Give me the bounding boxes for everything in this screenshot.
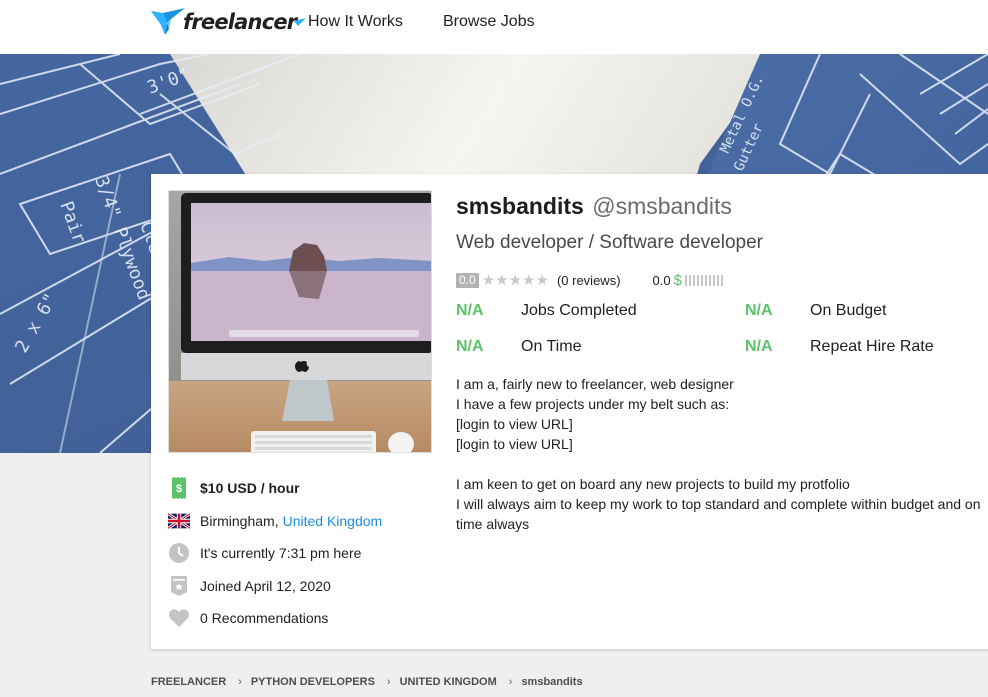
location-city: Birmingham, [200, 512, 279, 529]
logo-accent-icon [294, 18, 307, 26]
earnings-bar [720, 274, 723, 286]
profile-photo-imac-image [169, 191, 431, 452]
badge-star-icon [168, 575, 190, 597]
stat-value: N/A [456, 338, 484, 355]
local-time-row: It's currently 7:31 pm here [168, 537, 428, 570]
profile-info-list: $ $10 USD / hour Birmingham, United King… [168, 472, 428, 635]
logo-wordmark: freelancer [183, 10, 297, 34]
earnings-score: 0.0 [652, 272, 671, 288]
recommendations-count: 0 Recommendations [200, 610, 329, 627]
chevron-right-icon: › [508, 676, 513, 688]
earnings-bar [700, 274, 703, 286]
stat-on-budget: N/A On Budget [745, 302, 887, 320]
bio-line: I will always aim to keep my work to top… [456, 496, 981, 532]
breadcrumb-united-kingdom[interactable]: UNITED KINGDOM [400, 676, 497, 688]
joined-row: Joined April 12, 2020 [168, 570, 428, 603]
bio-line [456, 454, 988, 474]
rating-row: 0.0 ★★★★★ (0 reviews) 0.0 $ [456, 271, 723, 289]
stat-on-time: N/A On Time [456, 338, 581, 356]
breadcrumb-current: smsbandits [521, 676, 583, 688]
star-icon: ★ [495, 272, 509, 289]
joined-date: Joined April 12, 2020 [200, 577, 331, 594]
dollar-ticket-icon: $ [168, 477, 190, 500]
recommendations-row: 0 Recommendations [168, 602, 428, 635]
profile-tagline: Web developer / Software developer [456, 232, 763, 253]
stat-value: N/A [456, 302, 484, 319]
star-icon: ★ [522, 272, 536, 289]
profile-description: I am a, fairly new to freelancer, web de… [456, 374, 988, 534]
profile-card: $ $10 USD / hour Birmingham, United King… [151, 174, 988, 649]
stat-value: N/A [745, 338, 773, 355]
star-icon: ★ [535, 272, 549, 289]
freelancer-bird-icon [151, 8, 185, 35]
local-time: It's currently 7:31 pm here [200, 545, 362, 562]
top-navigation-bar: freelancer How It Works Browse Jobs [0, 0, 988, 54]
star-rating: ★★★★★ [482, 271, 549, 289]
breadcrumb-python-developers[interactable]: PYTHON DEVELOPERS [251, 676, 375, 688]
earnings-bar [716, 274, 719, 286]
bio-line: I have a few projects under my belt such… [456, 396, 730, 412]
profile-photo [168, 190, 432, 453]
breadcrumb-freelancer[interactable]: FREELANCER [151, 676, 226, 688]
location-country-link[interactable]: United Kingdom [283, 513, 383, 529]
hourly-rate-row: $ $10 USD / hour [168, 472, 428, 505]
star-icon: ★ [481, 272, 496, 289]
rating-score: 0.0 [456, 272, 479, 288]
earnings-bar [692, 274, 695, 286]
star-icon: ★ [508, 272, 523, 289]
breadcrumb: FREELANCER › PYTHON DEVELOPERS › UNITED … [151, 676, 583, 688]
bio-line: [login to view URL] [456, 416, 573, 432]
earnings-bar [684, 274, 687, 286]
earnings-bar [708, 274, 711, 286]
stat-label: Repeat Hire Rate [810, 338, 934, 355]
chevron-right-icon: › [386, 676, 391, 688]
earnings-bars [684, 274, 723, 286]
bio-line: I am keen to get on board any new projec… [456, 476, 850, 492]
profile-name: smsbandits @smsbandits [456, 193, 732, 220]
display-name: smsbandits [456, 193, 584, 219]
bio-line: I am a, fairly new to freelancer, web de… [456, 376, 734, 392]
stat-value: N/A [745, 302, 773, 319]
earnings-bar [688, 274, 691, 286]
reviews-count[interactable]: (0 reviews) [557, 273, 621, 288]
stat-label: Jobs Completed [521, 302, 637, 319]
stat-label: On Time [521, 338, 582, 355]
uk-flag-icon [168, 510, 190, 532]
dollar-icon: $ [673, 271, 682, 289]
nav-how-it-works[interactable]: How It Works [308, 13, 403, 31]
clock-icon [168, 542, 190, 564]
freelancer-logo[interactable]: freelancer [151, 5, 307, 39]
bio-line: [login to view URL] [456, 436, 573, 452]
nav-browse-jobs[interactable]: Browse Jobs [443, 13, 535, 31]
earnings-bar [696, 274, 699, 286]
location-row: Birmingham, United Kingdom [168, 505, 428, 538]
stat-label: On Budget [810, 302, 887, 319]
stat-repeat-hire-rate: N/A Repeat Hire Rate [745, 338, 934, 356]
username-handle: @smsbandits [592, 193, 732, 219]
svg-text:$: $ [176, 483, 182, 495]
earnings-bar [704, 274, 707, 286]
chevron-right-icon: › [238, 676, 242, 688]
stat-jobs-completed: N/A Jobs Completed [456, 302, 637, 320]
heart-icon [168, 607, 190, 629]
hourly-rate: $10 USD / hour [200, 480, 300, 497]
earnings-bar [712, 274, 715, 286]
